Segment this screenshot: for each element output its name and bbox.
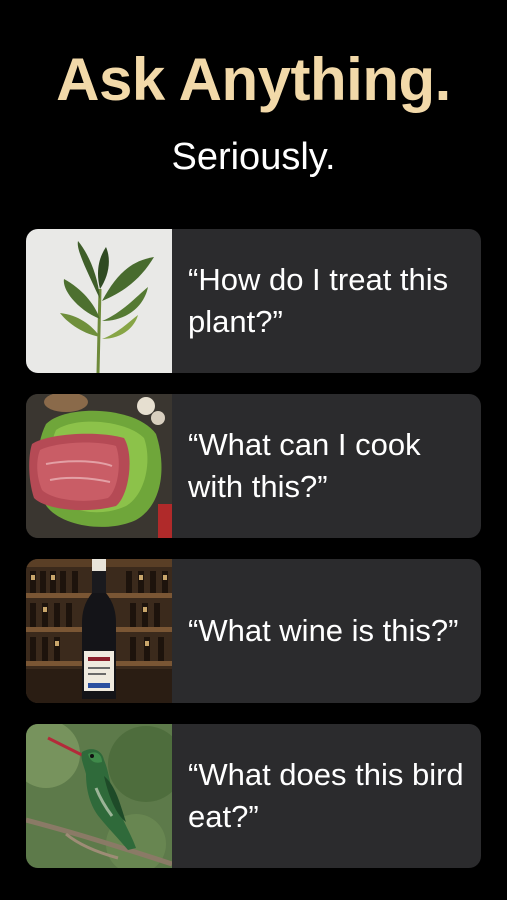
page-subtitle: Seriously. — [171, 136, 336, 178]
question-card-bird[interactable]: “What does this bird eat?” — [26, 724, 481, 868]
plant-photo — [26, 229, 172, 373]
page-title: Ask Anything. — [56, 46, 451, 113]
question-text: “How do I treat this plant?” — [188, 262, 449, 339]
bird-photo — [26, 724, 172, 868]
question-text: “What wine is this?” — [188, 613, 459, 648]
meat-photo — [26, 394, 172, 538]
question-card-plant[interactable]: “How do I treat this plant?” — [26, 229, 481, 373]
wine-photo — [26, 559, 172, 703]
question-text: “What does this bird eat?” — [188, 757, 464, 834]
question-card-meat[interactable]: “What can I cook with this?” — [26, 394, 481, 538]
question-card-wine[interactable]: “What wine is this?” — [26, 559, 481, 703]
question-text: “What can I cook with this?” — [188, 427, 421, 504]
